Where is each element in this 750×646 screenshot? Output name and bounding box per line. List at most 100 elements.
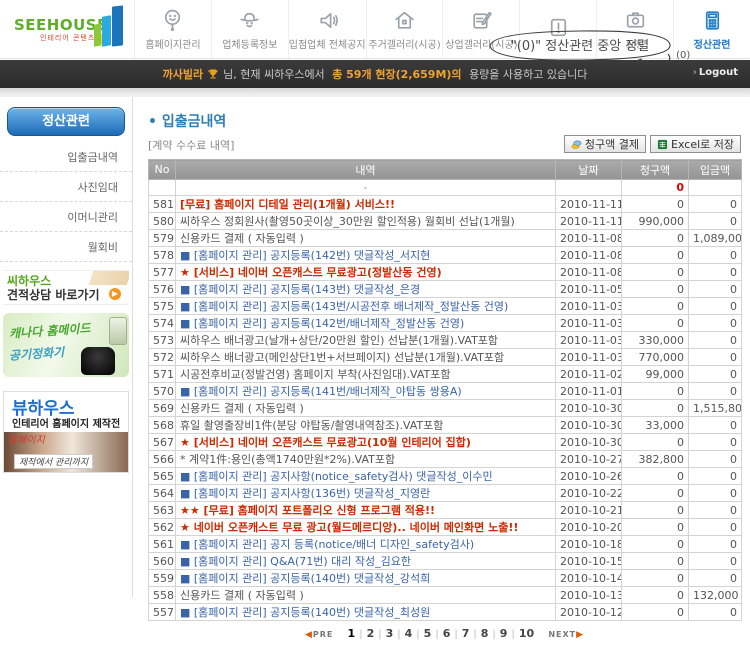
ledger-table: No 내역 날짜 청구액 입금액 -0581[무료] 홈페이지 디테일 관리(1… xyxy=(148,159,742,621)
sidebar-item-monthly-fee[interactable]: 월회비 xyxy=(0,232,132,262)
page-8[interactable]: 8 xyxy=(481,627,489,640)
alert-icon xyxy=(546,15,571,40)
cell-description[interactable]: ■ [홈페이지 관리] 공지등록(140번) 댓글작성_강석희 xyxy=(176,570,556,587)
page-4[interactable]: 4 xyxy=(405,627,413,640)
cell-description[interactable]: ■ [홈페이지 관리] 공지등록(142번/배너제작_정발산동 건영) xyxy=(176,315,556,332)
nav-label: 홈페이지관리 xyxy=(145,36,200,51)
banner2-line1: 캐나다 홈메이드 xyxy=(9,319,91,342)
header-date: 날짜 xyxy=(556,160,622,180)
cell-description[interactable]: [무료] 홈페이지 디테일 관리(1개월) 서비스!! xyxy=(176,196,556,213)
cell-date: 2010-11-03 xyxy=(556,315,622,332)
cell-description[interactable]: ■ [홈페이지 관리] 공지등록(140번) 댓글작성_최성원 xyxy=(176,604,556,621)
cell-deposit: 1,089,000 xyxy=(689,230,742,247)
header-description: 내역 xyxy=(176,160,556,180)
cell-description: - xyxy=(176,180,556,196)
page-10[interactable]: 10 xyxy=(519,627,534,640)
nav-item-alert[interactable] xyxy=(519,0,596,58)
cell-charge: 0 xyxy=(622,315,689,332)
nav-item-company-info[interactable]: 업체등록정보 xyxy=(211,0,288,58)
cell-charge: 0 xyxy=(622,230,689,247)
cell-description: 신용카드 결제 ( 자동입력 ) xyxy=(176,400,556,417)
seehouse-logo[interactable]: SEEHOUSE 인테리어 콘텐츠 xyxy=(0,0,134,58)
pay-charge-button[interactable]: 청구액 결제 xyxy=(564,135,646,153)
cell-date: 2010-11-03 xyxy=(556,349,622,366)
cell-deposit: 0 xyxy=(689,451,742,468)
nav-item-commercial-gallery[interactable]: 상업갤러리(시공) xyxy=(442,0,519,58)
banner-viewhouse-ad[interactable]: 뷰하우스 인테리어 홈페이지 제작전문 홈페이지 제작에서 관리까지 xyxy=(3,391,129,473)
cell-description[interactable]: ■ [홈페이지 관리] 공지등록(143번/시공전후 배너제작_정발산동 건영) xyxy=(176,298,556,315)
cell-description[interactable]: ■ [홈페이지 관리] 공지사항(136번) 댓글작성_지영란 xyxy=(176,485,556,502)
cell-charge: 0 xyxy=(622,502,689,519)
logout-button[interactable]: ›Logout xyxy=(693,67,738,78)
cell-deposit: 1,515,800 xyxy=(689,400,742,417)
cell-no: 574 xyxy=(149,315,176,332)
cell-deposit: 0 xyxy=(689,519,742,536)
cell-no: 580 xyxy=(149,213,176,230)
cell-charge: 0 xyxy=(622,298,689,315)
cell-description[interactable]: ■ [홈페이지 관리] Q&A(71번) 대리 작성_김요한 xyxy=(176,553,556,570)
table-row: -0 xyxy=(149,180,742,196)
cell-charge: 0 xyxy=(622,264,689,281)
cell-charge: 0 xyxy=(622,247,689,264)
camera-icon xyxy=(623,8,648,33)
table-row: 562★ 네이버 오픈캐스트 무료 광고(월드메르디앙).. 네이버 메인화면 … xyxy=(149,519,742,536)
nav-label: 업체등록정보 xyxy=(222,36,277,51)
cell-description[interactable]: ■ [홈페이지 관리] 공지등록(142번) 댓글작성_서지현 xyxy=(176,247,556,264)
cell-description: 신용카드 결제 ( 자동입력 ) xyxy=(176,230,556,247)
banner-quote-consult[interactable]: 씨하우스 견적상담 바로가기 ▶ xyxy=(3,270,129,305)
cell-no: 579 xyxy=(149,230,176,247)
nav-item-homepage-manage[interactable]: 홈페이지관리 xyxy=(134,0,211,58)
page-5[interactable]: 5 xyxy=(424,627,432,640)
sidebar-item-emoney[interactable]: 이머니관리 xyxy=(0,202,132,232)
sidebar-item-photo-rental[interactable]: 사진임대 xyxy=(0,172,132,202)
cell-description[interactable]: ■ [홈페이지 관리] 공지등록(141번/배너제작_야탑동 쌍용A) xyxy=(176,383,556,400)
page-1[interactable]: 1 xyxy=(348,627,356,640)
cell-deposit: 0 xyxy=(689,264,742,281)
page-3[interactable]: 3 xyxy=(386,627,394,640)
sidebar-title-settlement[interactable]: 정산관련 xyxy=(7,107,125,136)
cell-date: 2010-11-03 xyxy=(556,332,622,349)
nav-item-all-notice[interactable]: 입점업체 전체공지 xyxy=(288,0,366,58)
cell-charge: 0 xyxy=(622,553,689,570)
excel-save-button[interactable]: Excel로 저장 xyxy=(650,135,741,153)
usage-status-text: 까사빌라 님, 현재 씨하우스에서 총 59개 현장(2,659M)의 용량을 … xyxy=(163,66,588,82)
sidebar-item-deposit-history[interactable]: 입출금내역 xyxy=(0,142,132,172)
table-header-row: No 내역 날짜 청구액 입금액 xyxy=(149,160,742,180)
cell-description: 씨하우스 배너광고(날개+상단/20만원 할인) 선납분(1개월).VAT포함 xyxy=(176,332,556,349)
prev-page-button[interactable]: ◀PRE xyxy=(305,630,333,639)
cell-description[interactable]: ★ 네이버 오픈캐스트 무료 광고(월드메르디앙).. 네이버 메인화면 노출!… xyxy=(176,519,556,536)
next-page-button[interactable]: NEXT▶ xyxy=(548,630,584,639)
cell-description[interactable]: ■ [홈페이지 관리] 공지 등록(notice/배너 디자인_safety검사… xyxy=(176,536,556,553)
cell-no: 557 xyxy=(149,604,176,621)
cell-description[interactable]: ■ [홈페이지 관리] 공지등록(143번) 댓글작성_은경 xyxy=(176,281,556,298)
cell-no xyxy=(149,180,176,196)
logout-arrow-icon: › xyxy=(693,67,697,78)
page-6[interactable]: 6 xyxy=(443,627,451,640)
nav-item-photo-request[interactable]: 요청 xyxy=(596,0,673,58)
table-row: 573씨하우스 배너광고(날개+상단/20만원 할인) 선납분(1개월).VAT… xyxy=(149,332,742,349)
page-separator: | xyxy=(492,629,495,640)
page-9[interactable]: 9 xyxy=(500,627,508,640)
prev-arrow-icon: ◀ xyxy=(305,630,313,640)
nav-item-residential-gallery[interactable]: 주거갤러리(시공) xyxy=(366,0,443,58)
table-row: 580씨하우스 정회원사(촬영50곳이상_30만원 할인적용) 월회비 선납(1… xyxy=(149,213,742,230)
sidebar: 정산관련 입출금내역 사진임대 이머니관리 월회비 씨하우스 견적상담 바로가기… xyxy=(0,97,133,597)
speaker-icon xyxy=(315,8,340,33)
page-2[interactable]: 2 xyxy=(367,627,375,640)
cell-no: 569 xyxy=(149,400,176,417)
cell-description[interactable]: ■ [홈페이지 관리] 공지사항(notice_safety검사) 댓글작성_이… xyxy=(176,468,556,485)
banner-air-purifier-ad[interactable]: 캐나다 홈메이드 공기정화기 xyxy=(3,313,129,377)
cell-description: 휴일 촬영출장비1件(분당 야탑동/촬영내역참조).VAT포함 xyxy=(176,417,556,434)
cell-charge: 0 xyxy=(622,604,689,621)
cell-date: 2010-10-15 xyxy=(556,553,622,570)
cell-description[interactable]: ★ [서비스] 네이버 오픈캐스트 무료광고(정발산동 건영) xyxy=(176,264,556,281)
top-header: SEEHOUSE 인테리어 콘텐츠 홈페이지관리 업체등록정보 xyxy=(0,0,750,59)
cell-description[interactable]: ★★ [무료] 홈페이지 포트폴리오 신형 프로그램 적용!! xyxy=(176,502,556,519)
nav-item-settlement[interactable]: 정산관련 (0) xyxy=(673,0,750,58)
page-7[interactable]: 7 xyxy=(462,627,470,640)
page-separator: | xyxy=(397,629,400,640)
status-bar: 까사빌라 님, 현재 씨하우스에서 총 59개 현장(2,659M)의 용량을 … xyxy=(0,60,750,88)
cell-description[interactable]: ★ [서비스] 네이버 오픈캐스트 무료광고(10월 인테리어 집합) xyxy=(176,434,556,451)
cell-deposit: 0 xyxy=(689,502,742,519)
table-row: 570■ [홈페이지 관리] 공지등록(141번/배너제작_야탑동 쌍용A)20… xyxy=(149,383,742,400)
